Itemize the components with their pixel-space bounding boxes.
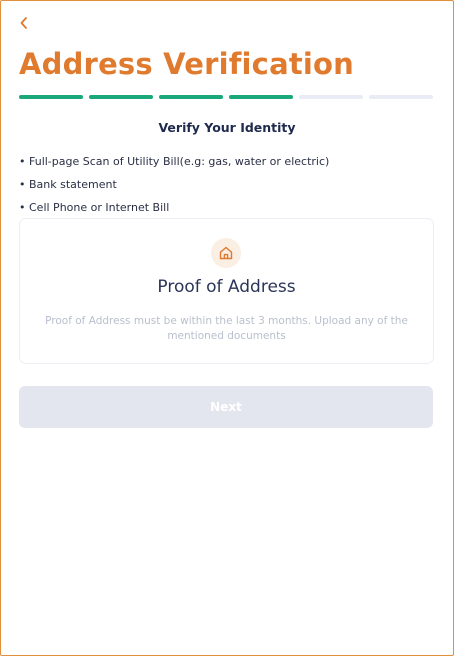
home-icon-badge xyxy=(211,238,241,268)
upload-card-title: Proof of Address xyxy=(157,277,296,297)
progress-segment xyxy=(19,95,83,99)
page-title: Address Verification xyxy=(19,47,355,81)
progress-segment xyxy=(89,95,153,99)
progress-segment xyxy=(369,95,433,99)
home-icon xyxy=(219,246,233,260)
document-list-item: Full-page Scan of Utility Bill(e.g: gas,… xyxy=(19,155,329,178)
chevron-left-icon xyxy=(20,17,27,29)
proof-of-address-upload-card[interactable]: Proof of Address Proof of Address must b… xyxy=(19,218,434,364)
progress-segment xyxy=(299,95,363,99)
step-progress-bar xyxy=(19,95,433,100)
next-button[interactable]: Next xyxy=(19,386,433,428)
section-subtitle: Verify Your Identity xyxy=(158,120,296,135)
document-list: Full-page Scan of Utility Bill(e.g: gas,… xyxy=(19,155,329,224)
progress-segment xyxy=(229,95,293,99)
document-list-item: Bank statement xyxy=(19,178,329,201)
screen-frame: Address Verification Verify Your Identit… xyxy=(0,0,454,656)
upload-card-description: Proof of Address must be within the last… xyxy=(45,315,408,342)
progress-segment xyxy=(159,95,223,99)
back-button[interactable] xyxy=(15,13,33,33)
